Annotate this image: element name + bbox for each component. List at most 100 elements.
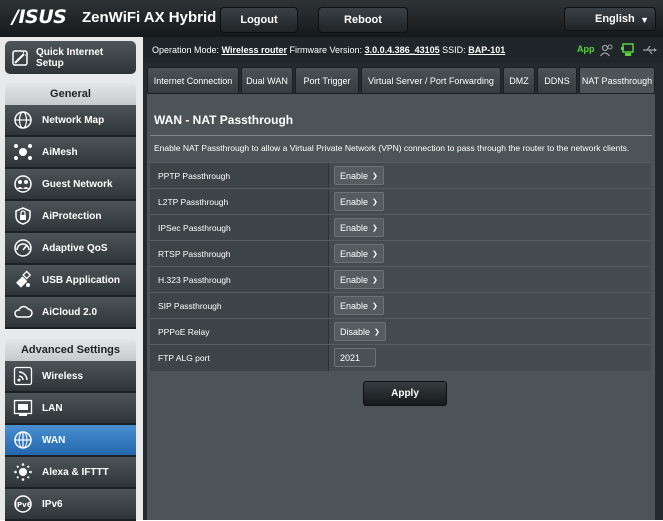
sidebar-item-label: Wireless	[42, 370, 84, 382]
sidebar-item-lan[interactable]: LAN	[5, 393, 136, 425]
sidebar-item-ipv6[interactable]: IPv6 IPv6	[5, 489, 136, 521]
setting-value-cell: Enable ❯	[328, 215, 651, 241]
wan-globe-icon	[14, 431, 32, 449]
sidebar-item-label: Network Map	[42, 114, 105, 126]
general-section-header: General	[5, 83, 136, 106]
tab-dmz[interactable]: DMZ	[503, 67, 535, 94]
sidebar-item-label: Adaptive QoS	[42, 242, 108, 254]
mesh-icon	[14, 144, 32, 160]
usb-status-icon[interactable]	[641, 42, 657, 58]
tab-internet-connection[interactable]: Internet Connection	[147, 67, 239, 94]
ipsec-passthrough-select[interactable]: Enable ❯	[334, 218, 384, 237]
setting-label: SIP Passthrough	[158, 301, 222, 311]
tab-dual-wan[interactable]: Dual WAN	[241, 67, 293, 94]
setting-label: PPPoE Relay	[158, 327, 210, 337]
setting-label: FTP ALG port	[158, 353, 210, 363]
table-row: IPSec Passthrough Enable ❯	[150, 214, 651, 241]
network-status-icon[interactable]	[620, 42, 636, 58]
table-row: L2TP Passthrough Enable ❯	[150, 188, 651, 215]
chevron-down-icon: ❯	[372, 224, 378, 232]
chevron-down-icon: ❯	[372, 198, 378, 206]
table-row: SIP Passthrough Enable ❯	[150, 292, 651, 319]
tab-port-trigger[interactable]: Port Trigger	[295, 67, 359, 94]
model-name: ZenWiFi AX Hybrid	[82, 9, 217, 26]
sip-passthrough-select[interactable]: Enable ❯	[334, 296, 384, 315]
page-description: Enable NAT Passthrough to allow a Virtua…	[154, 143, 630, 153]
wifi-icon	[13, 366, 33, 386]
table-row: PPPoE Relay Disable ❯	[150, 318, 651, 345]
chevron-down-icon: ❯	[372, 302, 378, 310]
sidebar-item-label: WAN	[42, 434, 66, 446]
svg-text:IPv6: IPv6	[14, 501, 31, 509]
sidebar-item-wan[interactable]: WAN	[5, 425, 136, 457]
select-value: Enable	[340, 248, 369, 259]
select-value: Enable	[340, 170, 369, 181]
chevron-down-icon: ❯	[374, 328, 380, 336]
status-bar: Operation Mode: Wireless router Firmware…	[143, 37, 663, 63]
users-icon[interactable]	[599, 42, 615, 58]
sidebar-item-network-map[interactable]: Network Map	[5, 105, 136, 137]
ipv6-icon: IPv6	[14, 495, 32, 513]
setting-label: RTSP Passthrough	[158, 249, 231, 259]
sidebar-item-adaptive-qos[interactable]: Adaptive QoS	[5, 233, 136, 265]
language-select[interactable]: English ▼	[564, 7, 656, 31]
table-row: H.323 Passthrough Enable ❯	[150, 266, 651, 293]
gauge-icon	[14, 239, 32, 257]
sidebar-item-label: Guest Network	[42, 178, 113, 190]
setting-value-cell: Disable ❯	[328, 319, 651, 345]
table-row: FTP ALG port	[150, 344, 651, 371]
sidebar-item-usb-application[interactable]: USB Application	[5, 265, 136, 297]
select-value: Enable	[340, 274, 369, 285]
pppoe-relay-select[interactable]: Disable ❯	[334, 322, 386, 341]
asus-logo: /ISUS	[12, 6, 67, 28]
ssid-link[interactable]: BAP-101	[468, 45, 505, 55]
operation-mode-link[interactable]: Wireless router	[222, 45, 287, 55]
apply-button[interactable]: Apply	[363, 381, 447, 406]
sidebar-item-aimesh[interactable]: AiMesh	[5, 137, 136, 169]
setting-value-cell: Enable ❯	[328, 163, 651, 189]
sidebar-item-wireless[interactable]: Wireless	[5, 361, 136, 393]
rtsp-passthrough-select[interactable]: Enable ❯	[334, 244, 384, 263]
chevron-down-icon: ▼	[640, 15, 649, 25]
sidebar-item-label: Alexa & IFTTT	[42, 466, 109, 478]
app-link[interactable]: App	[577, 44, 595, 54]
reboot-button[interactable]: Reboot	[318, 7, 408, 33]
sidebar-item-label: AiCloud 2.0	[42, 306, 98, 318]
setting-label: PPTP Passthrough	[158, 171, 231, 181]
operation-mode-label: Operation Mode:	[152, 45, 220, 55]
select-value: Enable	[340, 222, 369, 233]
setting-label: IPSec Passthrough	[158, 223, 231, 233]
chevron-down-icon: ❯	[372, 172, 378, 180]
ssid-label: SSID:	[442, 45, 466, 55]
tab-ddns[interactable]: DDNS	[537, 67, 577, 94]
status-text: Operation Mode: Wireless router Firmware…	[152, 45, 505, 55]
logout-button[interactable]: Logout	[220, 7, 298, 33]
table-row: RTSP Passthrough Enable ❯	[150, 240, 651, 267]
firmware-version-link[interactable]: 3.0.0.4.386_43105	[365, 45, 440, 55]
select-value: Enable	[340, 196, 369, 207]
wand-icon	[12, 50, 28, 66]
setting-value-cell: Enable ❯	[328, 189, 651, 215]
chevron-down-icon: ❯	[372, 250, 378, 258]
sidebar-item-alexa-ifttt[interactable]: Alexa & IFTTT	[5, 457, 136, 489]
pptp-passthrough-select[interactable]: Enable ❯	[334, 166, 384, 185]
tab-virtual-server[interactable]: Virtual Server / Port Forwarding	[361, 67, 501, 94]
tab-nat-passthrough[interactable]: NAT Passthrough	[579, 67, 655, 94]
sidebar: Quick Internet Setup General Network Map…	[0, 37, 143, 521]
lock-shield-icon	[15, 207, 31, 225]
table-row: PPTP Passthrough Enable ❯	[150, 162, 651, 189]
sidebar-item-label: USB Application	[42, 274, 120, 286]
guest-network-icon	[14, 175, 32, 193]
l2tp-passthrough-select[interactable]: Enable ❯	[334, 192, 384, 211]
select-value: Disable	[340, 326, 371, 337]
ftp-alg-port-input[interactable]	[334, 348, 376, 367]
sidebar-item-aicloud[interactable]: AiCloud 2.0	[5, 297, 136, 329]
quick-internet-setup-button[interactable]: Quick Internet Setup	[5, 41, 136, 74]
lan-icon	[13, 399, 33, 416]
sidebar-item-label: AiMesh	[42, 146, 78, 158]
sidebar-item-aiprotection[interactable]: AiProtection	[5, 201, 136, 233]
sidebar-item-guest-network[interactable]: Guest Network	[5, 169, 136, 201]
page-title: WAN - NAT Passthrough	[154, 113, 294, 127]
h323-passthrough-select[interactable]: Enable ❯	[334, 270, 384, 289]
select-value: Enable	[340, 300, 369, 311]
